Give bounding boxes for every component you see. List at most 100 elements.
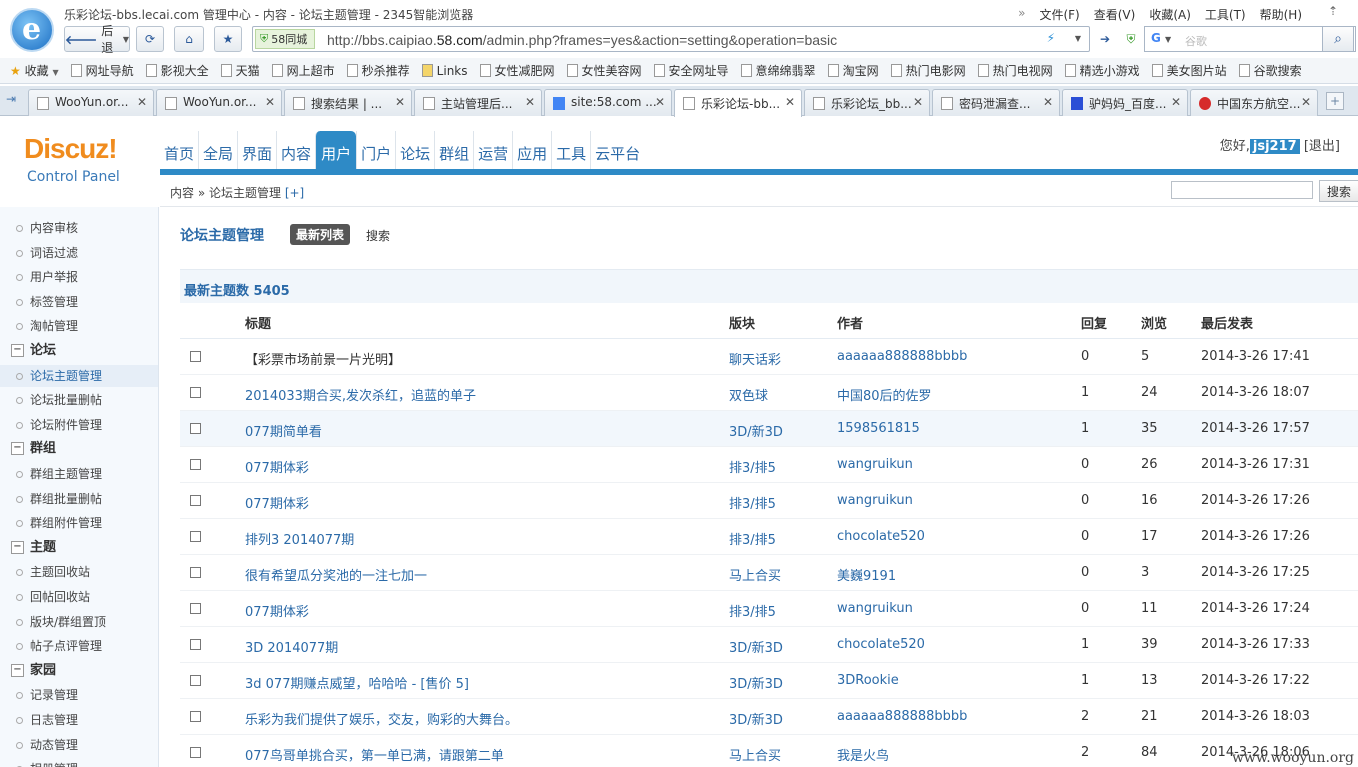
bookmark-item[interactable]: 秒杀推荐: [346, 62, 410, 79]
sidebar-item[interactable]: 标签管理: [0, 291, 158, 313]
author-link[interactable]: 1598561815: [837, 421, 920, 436]
sidebar-toggle-icon[interactable]: ⇥: [6, 92, 16, 106]
sidebar-item[interactable]: 内容审核: [0, 217, 158, 239]
menu-file[interactable]: 文件(F): [1039, 6, 1079, 23]
bookmark-item[interactable]: 意绵绵翡翠: [740, 62, 816, 79]
sidebar-group[interactable]: 家园: [0, 660, 158, 682]
topic-title-link[interactable]: 2014033期合买,发次杀红，追蓝的单子: [245, 385, 476, 404]
row-checkbox[interactable]: [190, 747, 201, 758]
forum-link[interactable]: 马上合买: [729, 565, 781, 584]
logout-link[interactable]: [退出]: [1304, 139, 1340, 154]
bookmark-item[interactable]: 影视大全: [145, 62, 209, 79]
pin-icon[interactable]: ⇡: [1328, 4, 1338, 18]
close-icon[interactable]: ✕: [137, 95, 147, 109]
bookmark-item[interactable]: 谷歌搜索: [1238, 62, 1302, 79]
nav-portal[interactable]: 门户: [356, 131, 395, 169]
favorite-button[interactable]: ★: [214, 26, 242, 52]
row-checkbox[interactable]: [190, 639, 201, 650]
author-link[interactable]: aaaaaa888888bbbb: [837, 709, 967, 724]
author-link[interactable]: 美巍9191: [837, 565, 896, 584]
home-button[interactable]: ⌂: [174, 26, 204, 52]
close-icon[interactable]: ✕: [525, 95, 535, 109]
bookmark-item[interactable]: 安全网址导: [653, 62, 729, 79]
nav-content[interactable]: 内容: [276, 131, 315, 169]
close-icon[interactable]: ✕: [655, 95, 665, 109]
browser-tab[interactable]: site:58.com ... ✕: [544, 89, 672, 116]
forum-link[interactable]: 双色球: [729, 385, 768, 404]
sidebar-item[interactable]: 回帖回收站: [0, 586, 158, 608]
forum-link[interactable]: 排3/排5: [729, 529, 776, 548]
topic-title-link[interactable]: 077鸟哥单挑合买，第一单已满，请跟第二单: [245, 745, 504, 764]
menu-search-input[interactable]: [1171, 181, 1313, 199]
bookmark-item[interactable]: 美女图片站: [1151, 62, 1227, 79]
row-checkbox[interactable]: [190, 351, 201, 362]
bookmark-item[interactable]: 淘宝网: [827, 62, 879, 79]
chevron-down-icon[interactable]: ▼: [123, 35, 129, 44]
security-button[interactable]: ⛨: [1120, 26, 1142, 52]
row-checkbox[interactable]: [190, 423, 201, 434]
nav-users[interactable]: 用户: [315, 131, 357, 169]
author-link[interactable]: 中国80后的佐罗: [837, 385, 932, 404]
nav-operations[interactable]: 运营: [473, 131, 512, 169]
sidebar-item[interactable]: 论坛主题管理: [0, 364, 158, 387]
forum-link[interactable]: 排3/排5: [729, 457, 776, 476]
browser-tab[interactable]: 乐彩论坛_bb... ✕: [804, 89, 930, 116]
browser-tab[interactable]: 中国东方航空... ✕: [1190, 89, 1318, 116]
sidebar-group[interactable]: 主题: [0, 537, 158, 559]
discuz-logo[interactable]: Discuz!: [24, 133, 118, 165]
sidebar-group[interactable]: 群组: [0, 438, 158, 460]
row-checkbox[interactable]: [190, 459, 201, 470]
forum-link[interactable]: 聊天话彩: [729, 349, 781, 368]
bookmark-item[interactable]: 热门电影网: [890, 62, 966, 79]
refresh-button[interactable]: ⟳: [136, 26, 164, 52]
forum-link[interactable]: 3D/新3D: [729, 421, 783, 440]
author-link[interactable]: wangruikun: [837, 457, 913, 472]
sidebar-item[interactable]: 用户举报: [0, 266, 158, 288]
close-icon[interactable]: ✕: [913, 95, 923, 109]
close-icon[interactable]: ✕: [1301, 95, 1311, 109]
menu-help[interactable]: 帮助(H): [1260, 6, 1302, 23]
close-icon[interactable]: ✕: [1043, 95, 1053, 109]
topic-title-link[interactable]: 077期体彩: [245, 493, 309, 512]
author-link[interactable]: aaaaaa888888bbbb: [837, 349, 967, 364]
sidebar-item[interactable]: 动态管理: [0, 734, 158, 756]
breadcrumb-add-link[interactable]: [+]: [285, 186, 304, 200]
forum-link[interactable]: 排3/排5: [729, 601, 776, 620]
topic-title-link[interactable]: 3d 077期赚点威望，哈哈哈 - [售价 5]: [245, 673, 469, 692]
row-checkbox[interactable]: [190, 387, 201, 398]
sidebar-item[interactable]: 相册管理: [0, 758, 158, 767]
close-icon[interactable]: ✕: [1171, 95, 1181, 109]
topic-title-link[interactable]: 很有希望瓜分奖池的一注七加一: [245, 565, 427, 584]
nav-interface[interactable]: 界面: [237, 131, 276, 169]
browser-tab[interactable]: WooYun.or... ✕: [28, 89, 154, 116]
topic-title-link[interactable]: 排列3 2014077期: [245, 529, 354, 548]
forum-link[interactable]: 马上合买: [729, 745, 781, 764]
sidebar-item[interactable]: 群组主题管理: [0, 463, 158, 485]
author-link[interactable]: 我是火鸟: [837, 745, 889, 764]
new-tab-icon[interactable]: +: [1326, 92, 1344, 110]
author-link[interactable]: wangruikun: [837, 493, 913, 508]
author-link[interactable]: wangruikun: [837, 601, 913, 616]
username[interactable]: jsj217: [1249, 139, 1300, 154]
topic-title-link[interactable]: 077期体彩: [245, 457, 309, 476]
browser-logo-icon[interactable]: e: [10, 8, 54, 52]
nav-tools[interactable]: 工具: [551, 131, 590, 169]
go-button[interactable]: ➔: [1094, 26, 1116, 52]
sidebar-item[interactable]: 词语过滤: [0, 242, 158, 264]
topic-title-link[interactable]: 乐彩为我们提供了娱乐，交友，购彩的大舞台。: [245, 709, 518, 728]
forum-link[interactable]: 排3/排5: [729, 493, 776, 512]
sidebar-item[interactable]: 群组附件管理: [0, 512, 158, 534]
close-icon[interactable]: ✕: [265, 95, 275, 109]
google-icon[interactable]: G: [1151, 31, 1161, 45]
menu-view[interactable]: 查看(V): [1094, 6, 1136, 23]
forum-link[interactable]: 3D/新3D: [729, 673, 783, 692]
nav-groups[interactable]: 群组: [434, 131, 473, 169]
sidebar-item[interactable]: 帖子点评管理: [0, 635, 158, 657]
browser-tab[interactable]: 密码泄漏查... ✕: [932, 89, 1060, 116]
close-icon[interactable]: ✕: [395, 95, 405, 109]
bookmark-item[interactable]: 天猫: [220, 62, 260, 79]
tab-search[interactable]: 搜索: [366, 227, 390, 244]
row-checkbox[interactable]: [190, 711, 201, 722]
author-link[interactable]: 3DRookie: [837, 673, 899, 688]
sidebar-item[interactable]: 记录管理: [0, 684, 158, 706]
